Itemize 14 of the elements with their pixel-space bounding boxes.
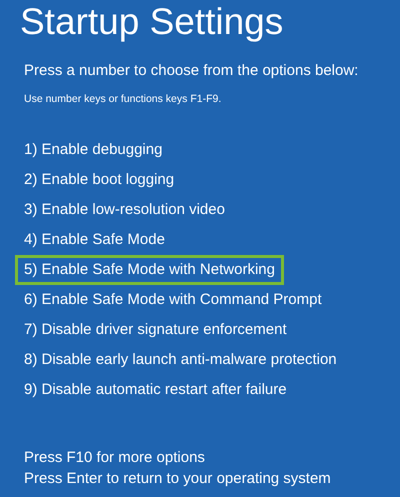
hint-text: Use number keys or functions keys F1-F9. (24, 93, 222, 105)
startup-option[interactable]: 2) Enable boot logging (15, 165, 184, 195)
startup-option[interactable]: 8) Disable early launch anti-malware protection (15, 345, 346, 375)
footer-text: Press F10 for more options (24, 449, 206, 466)
instruction-text: Press a number to choose from the options below: (24, 62, 360, 79)
startup-option[interactable]: 3) Enable low-resolution video (15, 195, 234, 225)
startup-option[interactable]: 5) Enable Safe Mode with Networking (15, 255, 284, 285)
footer-text: Press Enter to return to your operating system (24, 470, 332, 487)
startup-option[interactable]: 4) Enable Safe Mode (15, 225, 174, 255)
startup-option[interactable]: 7) Disable driver signature enforcement (15, 315, 296, 345)
startup-option[interactable]: 9) Disable automatic restart after failure (15, 375, 296, 405)
startup-option[interactable]: 6) Enable Safe Mode with Command Prompt (15, 285, 331, 315)
startup-option[interactable]: 1) Enable debugging (15, 135, 172, 165)
screen-title: Startup Settings (20, 0, 284, 44)
